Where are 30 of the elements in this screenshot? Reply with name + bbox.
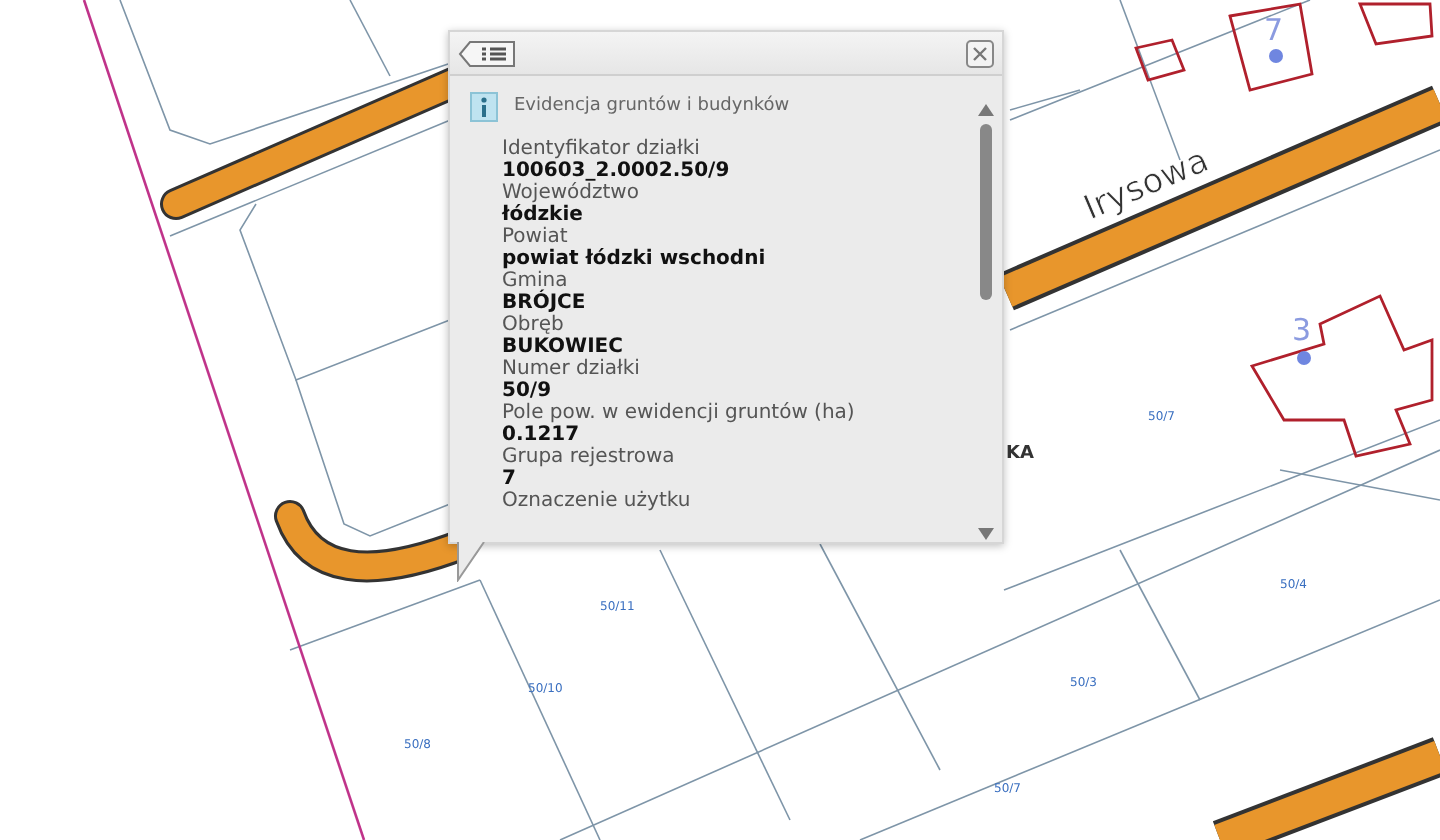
building-outline [1357, 2, 1434, 46]
field-label: Gmina [502, 270, 568, 292]
field-label: Województwo [502, 182, 641, 204]
field-label: Identyfikator działki [502, 138, 702, 160]
building-outline [1228, 2, 1314, 92]
place-label: KA [1006, 444, 1034, 464]
building-outline [1134, 38, 1186, 82]
address-point-icon [1297, 351, 1311, 365]
close-icon[interactable] [966, 39, 994, 67]
address-point-icon [1269, 49, 1283, 63]
field-value: powiat łódzki wschodni [502, 248, 768, 270]
field-value: łódzkie [502, 204, 585, 226]
field-value: 7 [502, 468, 518, 490]
field-label: Numer działki [502, 358, 642, 380]
field-value: BRÓJCE [502, 292, 588, 314]
field-value: 50/9 [502, 380, 554, 402]
field-label: Oznaczenie użytku [502, 490, 693, 512]
scrollbar[interactable] [976, 100, 996, 544]
field-label: Powiat [502, 226, 570, 248]
field-value: 0.1217 [502, 424, 582, 446]
list-icon[interactable] [458, 39, 518, 67]
info-icon [470, 92, 498, 122]
house-number: 3 [1292, 312, 1312, 348]
field-label: Obręb [502, 314, 564, 336]
field-value: BUKOWIEC [502, 336, 625, 358]
house-number: 7 [1264, 12, 1284, 48]
field-label: Grupa rejestrowa [502, 446, 677, 468]
field-value: 100603_2.0002.50/9 [502, 160, 732, 182]
popup-title: Evidencja gruntów i budynków [514, 93, 790, 120]
field-label: Pole pow. w ewidencji gruntów (ha) [502, 402, 857, 424]
